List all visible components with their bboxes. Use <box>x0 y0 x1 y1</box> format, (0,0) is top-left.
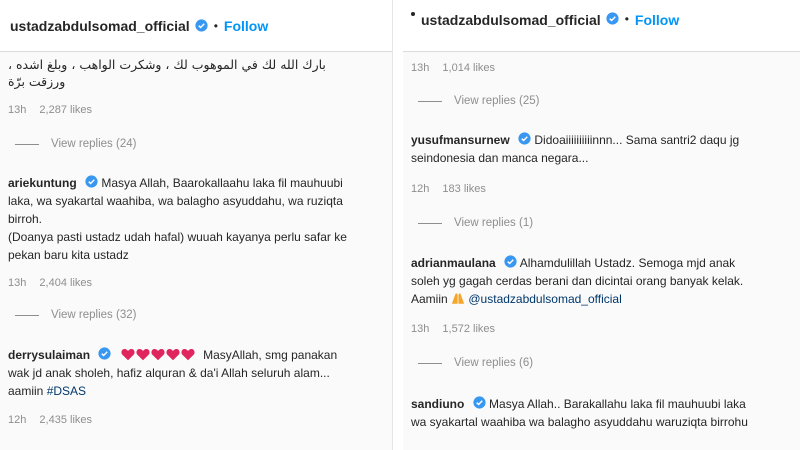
comment-meta: 13h 1,014 likes <box>411 62 505 74</box>
comment-likes[interactable]: 2,435 likes <box>39 414 92 426</box>
view-replies-label: View replies (32) <box>51 309 137 321</box>
view-replies-label: View replies (6) <box>454 357 534 369</box>
verified-badge-icon <box>98 347 111 360</box>
follow-button[interactable]: Follow <box>635 12 679 28</box>
comment-likes[interactable]: 1,572 likes <box>442 323 495 335</box>
hashtag-link[interactable]: #DSAS <box>47 384 86 398</box>
comment-meta: 13h 2,404 likes <box>8 277 102 289</box>
header-username[interactable]: ustadzabdulsomad_official <box>421 12 601 28</box>
comment-likes[interactable]: 2,287 likes <box>39 104 92 116</box>
replies-divider <box>418 362 442 364</box>
replies-divider <box>418 100 442 102</box>
comment-text: soleh yg gagah cerdas berani dan dicinta… <box>411 274 744 288</box>
comment-text: (Doanya pasti ustadz udah hafal) wuuah k… <box>8 230 347 244</box>
comment-time: 13h <box>8 277 27 289</box>
header-username[interactable]: ustadzabdulsomad_official <box>10 18 190 34</box>
comment-text: Didoaiiiiiiiiiinnn... Sama santri2 daqu … <box>534 133 740 147</box>
comment-text: MasyAllah, smg panakan <box>203 348 338 362</box>
view-replies-button[interactable]: View replies (6) <box>418 357 533 369</box>
view-replies-button[interactable]: View replies (32) <box>15 309 136 321</box>
comment-text: laka, wa syakartal waahiba, wa balagho a… <box>8 194 343 208</box>
comment-text: wak jd anak sholeh, hafiz alquran & da'i… <box>8 366 330 380</box>
view-replies-label: View replies (24) <box>51 138 137 150</box>
comment-meta: 12h 183 likes <box>411 183 496 195</box>
red-heart-icon <box>166 348 180 361</box>
comment-likes[interactable]: 1,014 likes <box>442 62 495 74</box>
right-comments-panel: ustadzabdulsomad_official • Follow 13h 1… <box>403 0 800 450</box>
view-replies-label: View replies (25) <box>454 95 540 107</box>
comment-likes[interactable]: 2,404 likes <box>39 277 92 289</box>
comment-item: sandiuno Masya Allah.. Barakallahu laka … <box>411 395 794 431</box>
comment-time: 12h <box>411 183 430 195</box>
post-header: ustadzabdulsomad_official • Follow <box>403 0 800 52</box>
replies-divider <box>15 314 39 316</box>
replies-divider <box>15 143 39 145</box>
praying-hands-icon <box>451 293 465 304</box>
comment-text: aamiin <box>8 384 44 398</box>
verified-badge-icon <box>473 396 486 409</box>
red-heart-icon <box>121 348 135 361</box>
red-heart-icon <box>151 348 165 361</box>
left-comments-panel: ustadzabdulsomad_official • Follow بارك … <box>0 0 393 450</box>
follow-button[interactable]: Follow <box>224 18 268 34</box>
verified-badge-icon <box>85 175 98 188</box>
verified-badge-icon <box>504 255 517 268</box>
comment-likes[interactable]: 183 likes <box>442 183 485 195</box>
comment-username[interactable]: yusufmansurnew <box>411 133 510 147</box>
separator-dot: • <box>624 12 629 26</box>
comment-meta: 13h 2,287 likes <box>8 104 102 116</box>
view-replies-label: View replies (1) <box>454 217 534 229</box>
red-heart-icon <box>136 348 150 361</box>
separator-dot: • <box>213 18 218 33</box>
verified-badge-icon <box>195 19 208 32</box>
verified-badge-icon <box>518 132 531 145</box>
comment-item: yusufmansurnew Didoaiiiiiiiiiinnn... Sam… <box>411 131 794 167</box>
comment-username[interactable]: adrianmaulana <box>411 256 496 270</box>
view-replies-button[interactable]: View replies (1) <box>418 217 533 229</box>
comment-text: Alhamdulillah Ustadz. Semoga mjd anak <box>519 256 736 270</box>
view-replies-button[interactable]: View replies (24) <box>15 138 136 150</box>
comment-text: wa syakartal waahiba wa balagho asyuddah… <box>411 415 748 429</box>
verified-badge-icon <box>606 12 619 25</box>
bullet-dot <box>411 12 415 16</box>
red-heart-icon <box>181 348 195 361</box>
comment-time: 13h <box>411 62 430 74</box>
comment-meta: 13h 1,572 likes <box>411 323 505 335</box>
comment-username[interactable]: sandiuno <box>411 397 464 411</box>
comment-text: Masya Allah.. Barakallahu laka fil mauhu… <box>489 397 746 411</box>
replies-divider <box>418 222 442 224</box>
post-header: ustadzabdulsomad_official • Follow <box>0 0 392 52</box>
comment-item: ariekuntung Masya Allah, Baarokallaahu l… <box>8 174 386 264</box>
comment-text: birroh. <box>8 212 43 226</box>
comment-text: pekan baru kita ustadz <box>8 248 129 262</box>
comment-username[interactable]: ariekuntung <box>8 176 77 190</box>
comment-username[interactable]: derrysulaiman <box>8 348 90 362</box>
mention-link[interactable]: @ustadzabdulsomad_official <box>468 292 621 306</box>
comment-time: 13h <box>411 323 430 335</box>
comment-time: 12h <box>8 414 27 426</box>
view-replies-button[interactable]: View replies (25) <box>418 95 539 107</box>
comment-time: 13h <box>8 104 27 116</box>
comment-item: adrianmaulana Alhamdulillah Ustadz. Semo… <box>411 254 794 308</box>
comment-text: Aamiin <box>411 292 448 306</box>
comment-item: derrysulaiman MasyAllah, smg panakan wak… <box>8 346 386 400</box>
comment-meta: 12h 2,435 likes <box>8 414 102 426</box>
comment-text: Masya Allah, Baarokallaahu laka fil mauh… <box>101 176 343 190</box>
arabic-comment-text: بارك الله لك في الموهوب لك ، وشكرت الواه… <box>8 57 326 89</box>
comment-text: seindonesia dan manca negara... <box>411 151 589 165</box>
